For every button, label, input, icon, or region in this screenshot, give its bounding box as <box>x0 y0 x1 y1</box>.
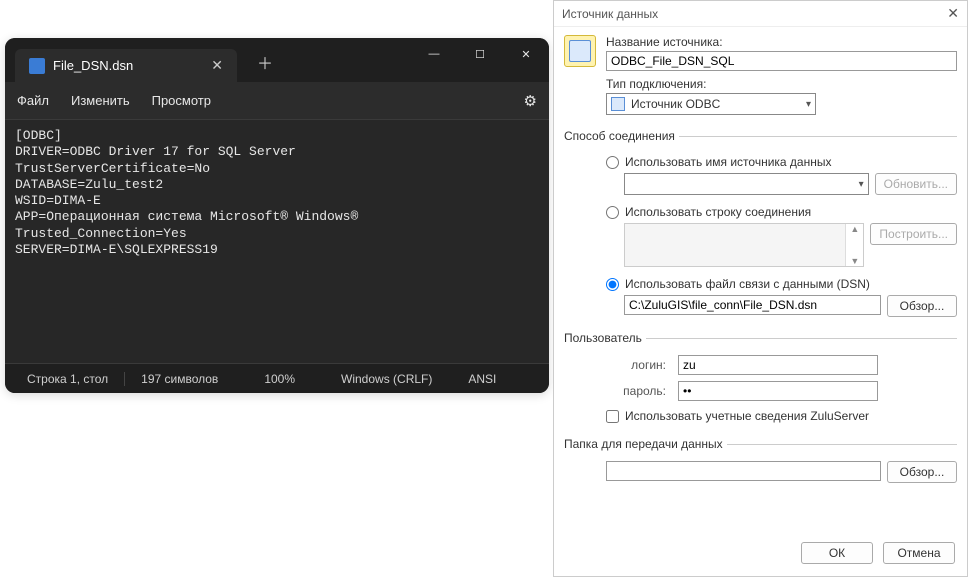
cancel-button[interactable]: Отмена <box>883 542 955 564</box>
transfer-group-legend: Папка для передачи данных <box>564 437 727 451</box>
status-eol: Windows (CRLF) <box>335 372 438 386</box>
connection-group: Способ соединения Использовать имя источ… <box>564 129 957 317</box>
status-zoom: 100% <box>258 372 301 386</box>
menu-view[interactable]: Просмотр <box>152 93 211 108</box>
textarea-scrollbar[interactable]: ▲▼ <box>845 224 863 266</box>
status-chars: 197 символов <box>135 372 224 386</box>
close-window-button[interactable]: ✕ <box>503 38 549 70</box>
tab-filename: File_DSN.dsn <box>53 58 133 73</box>
odbc-source-icon <box>611 97 625 111</box>
conn-type-value: Источник ODBC <box>631 97 720 111</box>
minimize-button[interactable]: ― <box>411 38 457 70</box>
user-group-legend: Пользователь <box>564 331 646 345</box>
tab-close-icon[interactable]: ✕ <box>211 57 223 74</box>
new-tab-button[interactable]: ＋ <box>243 42 287 82</box>
radio-use-dsn-name[interactable] <box>606 156 619 169</box>
radio-use-dsn-file-label: Использовать файл связи с данными (DSN) <box>625 277 870 291</box>
status-encoding: ANSI <box>462 372 502 386</box>
menu-file[interactable]: Файл <box>17 93 49 108</box>
dialog-title: Источник данных <box>562 7 658 21</box>
browse-transfer-button[interactable]: Обзор... <box>887 461 957 483</box>
login-label: логин: <box>606 358 666 372</box>
dialog-footer: ОК Отмена <box>554 532 967 576</box>
ds-name-label: Название источника: <box>606 35 957 49</box>
build-button[interactable]: Построить... <box>870 223 957 245</box>
window-controls: ― ☐ ✕ <box>411 38 549 82</box>
chevron-down-icon: ▾ <box>806 99 811 110</box>
transfer-group: Папка для передачи данных Обзор... <box>564 437 957 483</box>
user-group: Пользователь логин: пароль: Использовать… <box>564 331 957 423</box>
editor-statusbar: Строка 1, стол 197 символов 100% Windows… <box>5 363 549 393</box>
chevron-down-icon: ▾ <box>859 179 864 190</box>
conn-string-textarea[interactable] <box>625 224 845 266</box>
editor-menubar: Файл Изменить Просмотр ⚙ <box>5 82 549 120</box>
browse-dsn-button[interactable]: Обзор... <box>887 295 957 317</box>
login-input[interactable] <box>678 355 878 375</box>
maximize-button[interactable]: ☐ <box>457 38 503 70</box>
menu-edit[interactable]: Изменить <box>71 93 130 108</box>
datasource-dialog: Источник данных ✕ Название источника: Ти… <box>553 0 968 577</box>
ds-name-input[interactable] <box>606 51 957 71</box>
radio-use-dsn-name-label: Использовать имя источника данных <box>625 155 831 169</box>
radio-use-conn-string[interactable] <box>606 206 619 219</box>
text-editor-window: File_DSN.dsn ✕ ＋ ― ☐ ✕ Файл Изменить Про… <box>5 38 549 393</box>
file-icon <box>29 58 45 74</box>
editor-content[interactable]: [ODBC] DRIVER=ODBC Driver 17 for SQL Ser… <box>5 120 549 370</box>
dialog-titlebar: Источник данных ✕ <box>554 1 967 27</box>
ok-button[interactable]: ОК <box>801 542 873 564</box>
password-label: пароль: <box>606 384 666 398</box>
refresh-button[interactable]: Обновить... <box>875 173 957 195</box>
gear-icon[interactable]: ⚙ <box>524 92 537 110</box>
conn-type-label: Тип подключения: <box>606 77 957 91</box>
dsn-name-combo[interactable]: ▾ <box>624 173 869 195</box>
zuluserver-checkbox[interactable] <box>606 410 619 423</box>
status-cursor: Строка 1, стол <box>21 372 114 386</box>
conn-type-combo[interactable]: Источник ODBC ▾ <box>606 93 816 115</box>
dialog-close-icon[interactable]: ✕ <box>947 5 959 22</box>
editor-titlebar: File_DSN.dsn ✕ ＋ ― ☐ ✕ <box>5 38 549 82</box>
password-input[interactable] <box>678 381 878 401</box>
connection-group-legend: Способ соединения <box>564 129 679 143</box>
editor-tab-active[interactable]: File_DSN.dsn ✕ <box>15 49 237 82</box>
datasource-icon <box>564 35 596 67</box>
radio-use-conn-string-label: Использовать строку соединения <box>625 205 811 219</box>
dsn-file-path-input[interactable] <box>624 295 881 315</box>
radio-use-dsn-file[interactable] <box>606 278 619 291</box>
zuluserver-checkbox-label: Использовать учетные сведения ZuluServer <box>625 409 869 423</box>
transfer-path-input[interactable] <box>606 461 881 481</box>
